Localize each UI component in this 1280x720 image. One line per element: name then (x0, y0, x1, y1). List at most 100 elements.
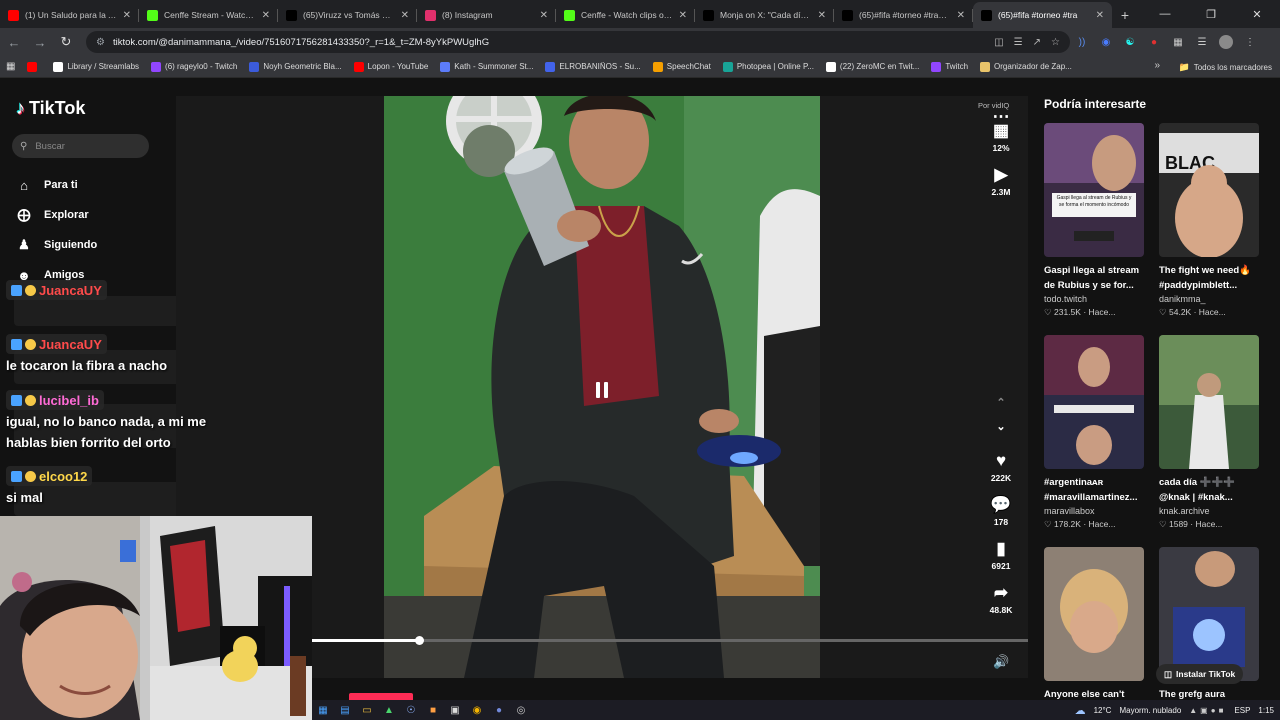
discord-icon[interactable]: ● (488, 700, 510, 720)
app-orange-icon[interactable]: ■ (422, 700, 444, 720)
recommendation-user[interactable]: danikmma_ (1159, 294, 1259, 304)
extension-icon[interactable]: )) (1070, 31, 1094, 53)
views-button[interactable]: ▶ 2.3M (976, 166, 1026, 197)
recommendation-thumbnail[interactable]: BLAC (1159, 123, 1259, 257)
site-info-icon[interactable]: ⚙ (96, 37, 105, 48)
bookmark-item[interactable]: ELROBANIÑOS - Su... (539, 61, 646, 72)
tab-close-icon[interactable]: ✕ (540, 10, 548, 21)
recommendation-card[interactable]: BLAC The fight we need🔥 #paddypimblett...… (1159, 123, 1259, 318)
tab[interactable]: (1) Un Saludo para la Am ✕ (0, 2, 139, 28)
recommendation-thumbnail[interactable] (1159, 335, 1259, 469)
new-tab-button[interactable]: + (1112, 2, 1138, 28)
tab-close-icon[interactable]: ✕ (679, 10, 687, 21)
bookmark-item[interactable]: Noyh Geometric Bla... (243, 61, 347, 72)
install-app-icon[interactable]: ◫ (994, 37, 1003, 48)
explorer-icon[interactable]: ▤ (334, 700, 356, 720)
tab[interactable]: (65)#fifa #torneo #tragos ✕ (834, 2, 973, 28)
recommendation-card[interactable]: Anyone else can't (1044, 547, 1144, 717)
bookmark-item[interactable]: Kath - Summoner St... (434, 61, 539, 72)
tab[interactable]: Cenffe - Watch clips on K ✕ (556, 2, 695, 28)
reload-icon[interactable]: ↻ (54, 30, 78, 54)
like-button[interactable]: ♥ 222K (976, 452, 1026, 483)
app-dark-icon[interactable]: ▣ (444, 700, 466, 720)
bookmark-item[interactable]: (22) ZeroMC en Twit... (820, 61, 925, 72)
recommendation-card[interactable]: Gaspi llega al stream de Rubius y se for… (1044, 123, 1144, 318)
chrome-icon[interactable]: ◉ (466, 700, 488, 720)
tab[interactable]: Cenffe Stream - Watch Li ✕ (139, 2, 278, 28)
media-control-icon[interactable]: ☰ (1190, 31, 1214, 53)
steam-icon[interactable]: ☉ (400, 700, 422, 720)
share-button[interactable]: ➦ 48.8K (976, 584, 1026, 615)
chrome-menu-icon[interactable]: ⋮ (1238, 31, 1262, 53)
recommendation-title[interactable]: The fight we need🔥 #paddypimblett... (1159, 263, 1259, 293)
start-icon[interactable]: ▦ (312, 700, 334, 720)
nav-item-para-ti[interactable]: ⌂ Para ti (16, 170, 97, 200)
more-bookmarks-icon[interactable]: » (1154, 60, 1160, 71)
tab[interactable]: (8) Instagram ✕ (417, 2, 556, 28)
recommendation-card[interactable]: cada día ➕➕➕ @knak | #knak... knak.archiv… (1159, 335, 1259, 530)
nav-item-siguiendo[interactable]: ♟ Siguiendo (16, 230, 97, 260)
apps-grid-icon[interactable]: ▦ (0, 61, 21, 72)
recommendation-thumbnail[interactable] (1044, 547, 1144, 681)
tray-icons[interactable]: ▲▣●■ (1189, 706, 1226, 715)
recommendation-title[interactable]: #argentinaᴀʀ #maravillamartinez... (1044, 475, 1144, 505)
bookmark-item[interactable]: (6) rageylo0 - Twitch (145, 61, 243, 72)
profile-avatar[interactable] (1214, 31, 1238, 53)
tab[interactable]: (65)Viruzz vs Tomás Mazz ✕ (278, 2, 417, 28)
bookmark-item[interactable]: Twitch (925, 61, 974, 72)
bookmark-item[interactable]: Organizador de Zap... (974, 61, 1078, 72)
weather-text[interactable]: Mayorm. nublado (1119, 706, 1181, 715)
bookmark-item[interactable]: Lopon - YouTube (348, 61, 435, 72)
recommendation-title[interactable]: Gaspi llega al stream de Rubius y se for… (1044, 263, 1144, 293)
tab-close-icon[interactable]: ✕ (123, 10, 131, 21)
pause-button[interactable] (586, 374, 618, 406)
nav-item-explorar[interactable]: ⨁ Explorar (16, 200, 97, 230)
forward-icon[interactable]: → (28, 30, 52, 54)
share-icon[interactable]: ↗ (1033, 37, 1041, 48)
weather-temp[interactable]: 12°C (1094, 706, 1112, 715)
back-icon[interactable]: ← (2, 30, 26, 54)
bookmark-star-icon[interactable]: ☆ (1051, 37, 1060, 48)
tab-active[interactable]: (65)#fifa #torneo #tra ✕ (973, 2, 1112, 28)
all-bookmarks-folder[interactable]: 📁 Todos los marcadores (1179, 56, 1272, 78)
recommendation-thumbnail[interactable] (1159, 547, 1259, 681)
search-input[interactable]: ⚲ Buscar (12, 134, 149, 158)
recommendation-thumbnail[interactable]: Gaspi llega al stream de Rubius y se for… (1044, 123, 1144, 257)
tab-close-icon[interactable]: ✕ (262, 10, 270, 21)
close-window-icon[interactable]: ✕ (1234, 0, 1280, 28)
video-progress-bar[interactable] (312, 636, 1028, 645)
tab-close-icon[interactable]: ✕ (1096, 10, 1104, 21)
recommendation-user[interactable]: knak.archive (1159, 506, 1259, 516)
scroll-down-button[interactable]: ⌄ (976, 422, 1026, 433)
minimize-icon[interactable]: — (1142, 0, 1188, 28)
recommendation-card[interactable]: The grefg aura (1159, 547, 1259, 717)
app-green-icon[interactable]: ▲ (378, 700, 400, 720)
tab[interactable]: Monja on X: "Cada día m ✕ (695, 2, 834, 28)
recommendation-title[interactable]: cada día ➕➕➕ @knak | #knak... (1159, 475, 1259, 505)
obs-icon[interactable]: ◎ (510, 700, 532, 720)
tab-close-icon[interactable]: ✕ (818, 10, 826, 21)
bookmark-item[interactable] (21, 61, 47, 72)
recommendation-user[interactable]: todo.twitch (1044, 294, 1144, 304)
translate-icon[interactable]: ☰ (1014, 37, 1023, 48)
files-icon[interactable]: ▭ (356, 700, 378, 720)
bookmark-item[interactable]: Library / Streamlabs (47, 61, 145, 72)
recommendation-thumbnail[interactable] (1044, 335, 1144, 469)
recommendation-card[interactable]: #argentinaᴀʀ #maravillamartinez... maravi… (1044, 335, 1144, 530)
extensions-puzzle-icon[interactable]: ▦ (1166, 31, 1190, 53)
language-indicator[interactable]: ESP (1234, 706, 1250, 715)
comment-button[interactable]: 💬 178 (976, 496, 1026, 527)
bookmark-item[interactable]: Photopea | Online P... (717, 61, 820, 72)
tab-close-icon[interactable]: ✕ (957, 10, 965, 21)
extension-icon[interactable]: ◉ (1094, 31, 1118, 53)
restore-icon[interactable]: ❐ (1188, 0, 1234, 28)
clock[interactable]: 1:15 (1258, 706, 1274, 715)
vidiq-stats-button[interactable]: ▦ 12% (976, 122, 1026, 153)
install-tiktok-button[interactable]: ◫ Instalar TikTok (1156, 664, 1244, 684)
extension-icon[interactable]: ☯ (1118, 31, 1142, 53)
extension-icon[interactable]: ● (1142, 31, 1166, 53)
recommendation-user[interactable]: maravillabox (1044, 506, 1144, 516)
scroll-up-button[interactable]: ⌃ (976, 398, 1026, 409)
tiktok-logo[interactable]: ♪ TikTok (16, 98, 85, 119)
url-field[interactable]: ⚙ tiktok.com/@danimammana_/video/7516071… (86, 31, 1070, 53)
